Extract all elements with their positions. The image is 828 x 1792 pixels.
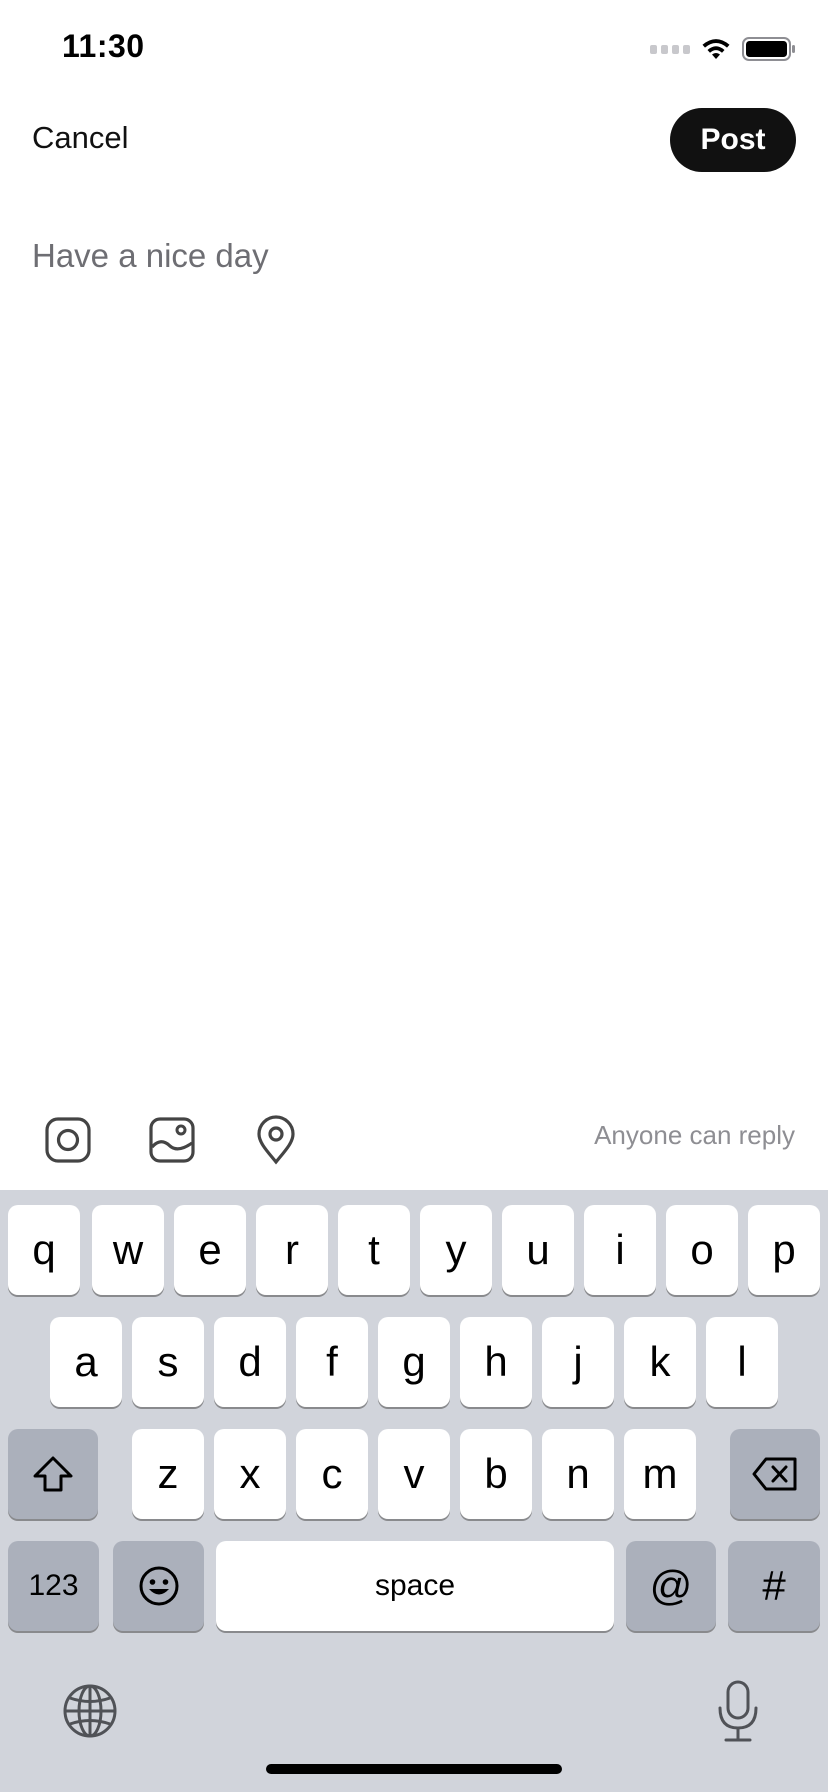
shift-key[interactable] [8, 1429, 98, 1519]
key-k[interactable]: k [624, 1317, 696, 1407]
key-c[interactable]: c [296, 1429, 368, 1519]
photo-library-icon[interactable] [144, 1112, 200, 1168]
key-d[interactable]: d [214, 1317, 286, 1407]
key-e[interactable]: e [174, 1205, 246, 1295]
home-indicator [266, 1764, 562, 1774]
key-q[interactable]: q [8, 1205, 80, 1295]
at-key[interactable]: @ [626, 1541, 716, 1631]
key-y[interactable]: y [420, 1205, 492, 1295]
location-pin-icon[interactable] [248, 1112, 304, 1168]
microphone-icon[interactable] [714, 1679, 762, 1743]
post-button[interactable]: Post [670, 108, 796, 172]
key-z[interactable]: z [132, 1429, 204, 1519]
key-l[interactable]: l [706, 1317, 778, 1407]
numbers-key[interactable]: 123 [8, 1541, 99, 1631]
backspace-key[interactable] [730, 1429, 820, 1519]
status-bar: 11:30 [0, 0, 828, 100]
status-icons [650, 36, 796, 62]
key-v[interactable]: v [378, 1429, 450, 1519]
space-key[interactable]: space [216, 1541, 614, 1631]
key-g[interactable]: g [378, 1317, 450, 1407]
battery-icon [742, 37, 795, 61]
key-p[interactable]: p [748, 1205, 820, 1295]
key-o[interactable]: o [666, 1205, 738, 1295]
key-j[interactable]: j [542, 1317, 614, 1407]
key-a[interactable]: a [50, 1317, 122, 1407]
backspace-icon [752, 1457, 797, 1491]
hash-key[interactable]: # [728, 1541, 820, 1631]
composer-toolbar: Anyone can reply [0, 1100, 828, 1190]
camera-icon[interactable] [40, 1112, 96, 1168]
post-text-input[interactable] [32, 216, 796, 296]
key-h[interactable]: h [460, 1317, 532, 1407]
key-t[interactable]: t [338, 1205, 410, 1295]
key-r[interactable]: r [256, 1205, 328, 1295]
cancel-button[interactable]: Cancel [32, 120, 129, 156]
key-u[interactable]: u [502, 1205, 574, 1295]
emoji-key[interactable] [113, 1541, 204, 1631]
key-x[interactable]: x [214, 1429, 286, 1519]
shift-icon [33, 1456, 73, 1492]
globe-icon[interactable] [62, 1683, 118, 1739]
emoji-icon [139, 1566, 178, 1606]
key-s[interactable]: s [132, 1317, 204, 1407]
wifi-icon [702, 39, 730, 59]
reply-setting[interactable]: Anyone can reply [594, 1120, 795, 1151]
key-w[interactable]: w [92, 1205, 164, 1295]
status-time: 11:30 [62, 28, 145, 64]
key-b[interactable]: b [460, 1429, 532, 1519]
key-n[interactable]: n [542, 1429, 614, 1519]
cellular-signal-icon [650, 44, 690, 54]
keyboard: q w e r t y u i o p a s d f g h j k l z … [0, 1190, 828, 1792]
key-f[interactable]: f [296, 1317, 368, 1407]
key-m[interactable]: m [624, 1429, 696, 1519]
key-i[interactable]: i [584, 1205, 656, 1295]
